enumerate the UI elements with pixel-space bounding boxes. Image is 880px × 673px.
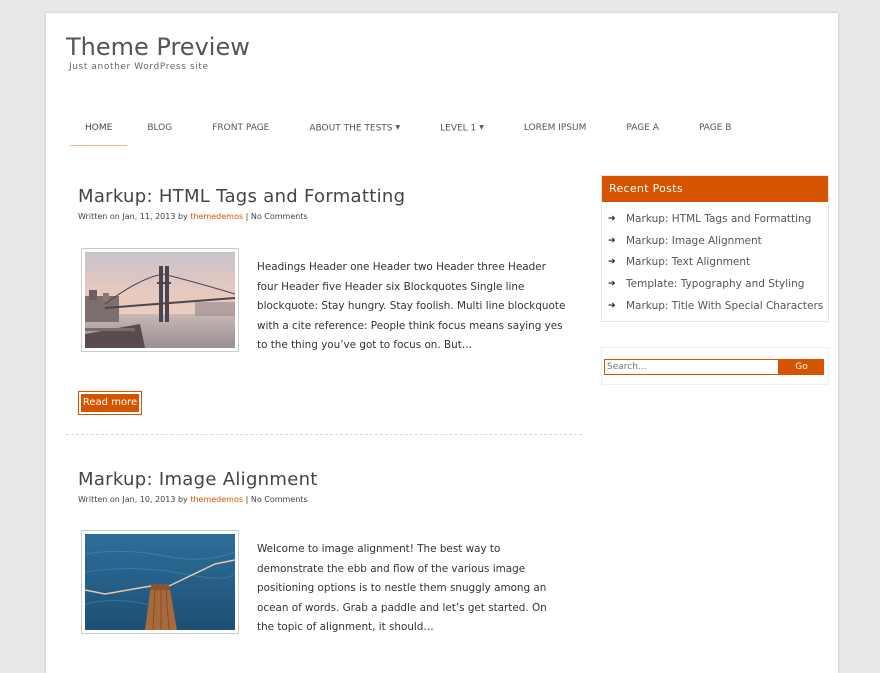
nav-item-home[interactable]: HOME bbox=[70, 111, 128, 146]
nav-label: FRONT PAGE bbox=[212, 123, 270, 133]
nav-item-front-page[interactable]: FRONT PAGE bbox=[192, 111, 289, 145]
nav-item-level-1[interactable]: LEVEL 1 ▼ bbox=[420, 111, 504, 145]
nav-item-page-b[interactable]: PAGE B bbox=[679, 111, 752, 145]
recent-post-link[interactable]: ➔ Markup: Title With Special Characters bbox=[602, 296, 828, 318]
nav-label: PAGE A bbox=[626, 123, 659, 133]
site-description: Just another WordPress site bbox=[69, 62, 209, 72]
bridge-photo-icon bbox=[85, 252, 235, 348]
nav-label: PAGE B bbox=[698, 123, 732, 133]
recent-post-label: Template: Typography and Styling bbox=[626, 278, 805, 291]
meta-separator: | bbox=[245, 212, 249, 221]
caret-down-icon: ▼ bbox=[395, 124, 401, 131]
recent-post-link[interactable]: ➔ Markup: Image Alignment bbox=[602, 231, 828, 253]
nav-item-page-a[interactable]: PAGE A bbox=[606, 111, 679, 145]
dock-ocean-photo-icon bbox=[85, 534, 235, 630]
recent-post-link[interactable]: ➔ Template: Typography and Styling bbox=[602, 274, 828, 296]
recent-post-link[interactable]: ➔ Markup: HTML Tags and Formatting bbox=[602, 209, 828, 231]
recent-post-link[interactable]: ➔ Markup: Text Alignment bbox=[602, 252, 828, 274]
site-title[interactable]: Theme Preview bbox=[66, 33, 250, 61]
arrow-right-icon: ➔ bbox=[608, 279, 616, 290]
post-author-link[interactable]: themedemos bbox=[190, 212, 243, 221]
nav-label: LOREM IPSUM bbox=[523, 123, 587, 133]
recent-posts-list: ➔ Markup: HTML Tags and Formatting ➔ Marku… bbox=[602, 202, 828, 321]
post-meta: Written on Jan, 11, 2013 by themedemos |… bbox=[78, 212, 584, 221]
recent-post-label: Markup: Text Alignment bbox=[626, 256, 751, 269]
recent-post-label: Markup: Title With Special Characters bbox=[626, 299, 824, 312]
post-title[interactable]: Markup: Image Alignment bbox=[78, 469, 584, 490]
post-title[interactable]: Markup: HTML Tags and Formatting bbox=[78, 186, 584, 207]
arrow-right-icon: ➔ bbox=[608, 235, 616, 246]
post-excerpt: Headings Header one Header two Header th… bbox=[257, 261, 566, 351]
post-thumbnail[interactable] bbox=[81, 530, 239, 634]
arrow-right-icon: ➔ bbox=[608, 257, 616, 268]
nav-item-about-the-tests[interactable]: ABOUT THE TESTS ▼ bbox=[289, 111, 420, 145]
caret-down-icon: ▼ bbox=[479, 124, 484, 131]
nav-label: LEVEL 1 bbox=[440, 123, 477, 134]
post-excerpt: Welcome to image alignment! The best way… bbox=[257, 543, 547, 633]
widget-title: Recent Posts bbox=[602, 176, 828, 202]
post-comments-link[interactable]: No Comments bbox=[251, 495, 308, 504]
nav-label: HOME bbox=[85, 123, 113, 133]
post-comments-link[interactable]: No Comments bbox=[251, 212, 308, 221]
nav-label: BLOG bbox=[147, 123, 173, 133]
nav-item-blog[interactable]: BLOG bbox=[127, 111, 192, 145]
recent-post-label: Markup: HTML Tags and Formatting bbox=[626, 213, 812, 225]
meta-separator: | bbox=[245, 495, 249, 504]
post-date: Written on Jan, 11, 2013 by bbox=[78, 212, 188, 221]
post-article: Markup: Image Alignment Written on Jan, … bbox=[78, 469, 584, 669]
main-nav: HOME BLOG FRONT PAGE ABOUT THE TESTS ▼ LE… bbox=[70, 111, 752, 146]
search-input[interactable] bbox=[604, 359, 779, 375]
recent-post-label: Markup: Image Alignment bbox=[626, 234, 762, 247]
recent-posts-widget: Recent Posts ➔ Markup: HTML Tags and Form… bbox=[601, 175, 829, 323]
nav-label: ABOUT THE TESTS bbox=[309, 123, 393, 134]
arrow-right-icon: ➔ bbox=[608, 300, 616, 311]
read-more-label: Read more bbox=[81, 394, 139, 412]
post-thumbnail[interactable] bbox=[81, 248, 239, 352]
read-more-button[interactable]: Read more bbox=[78, 391, 142, 415]
arrow-right-icon: ➔ bbox=[608, 214, 616, 224]
post-date: Written on Jan, 10, 2013 by bbox=[78, 495, 188, 504]
post-meta: Written on Jan, 10, 2013 by themedemos |… bbox=[78, 495, 584, 504]
page-container: Theme Preview Just another WordPress sit… bbox=[46, 13, 838, 673]
nav-item-lorem-ipsum[interactable]: LOREM IPSUM bbox=[504, 111, 607, 145]
post-divider bbox=[66, 434, 582, 435]
search-go-button[interactable]: Go bbox=[779, 359, 824, 375]
post-article: Markup: HTML Tags and Formatting Written… bbox=[78, 186, 584, 416]
search-widget: Go bbox=[601, 347, 829, 385]
post-author-link[interactable]: themedemos bbox=[190, 495, 243, 504]
